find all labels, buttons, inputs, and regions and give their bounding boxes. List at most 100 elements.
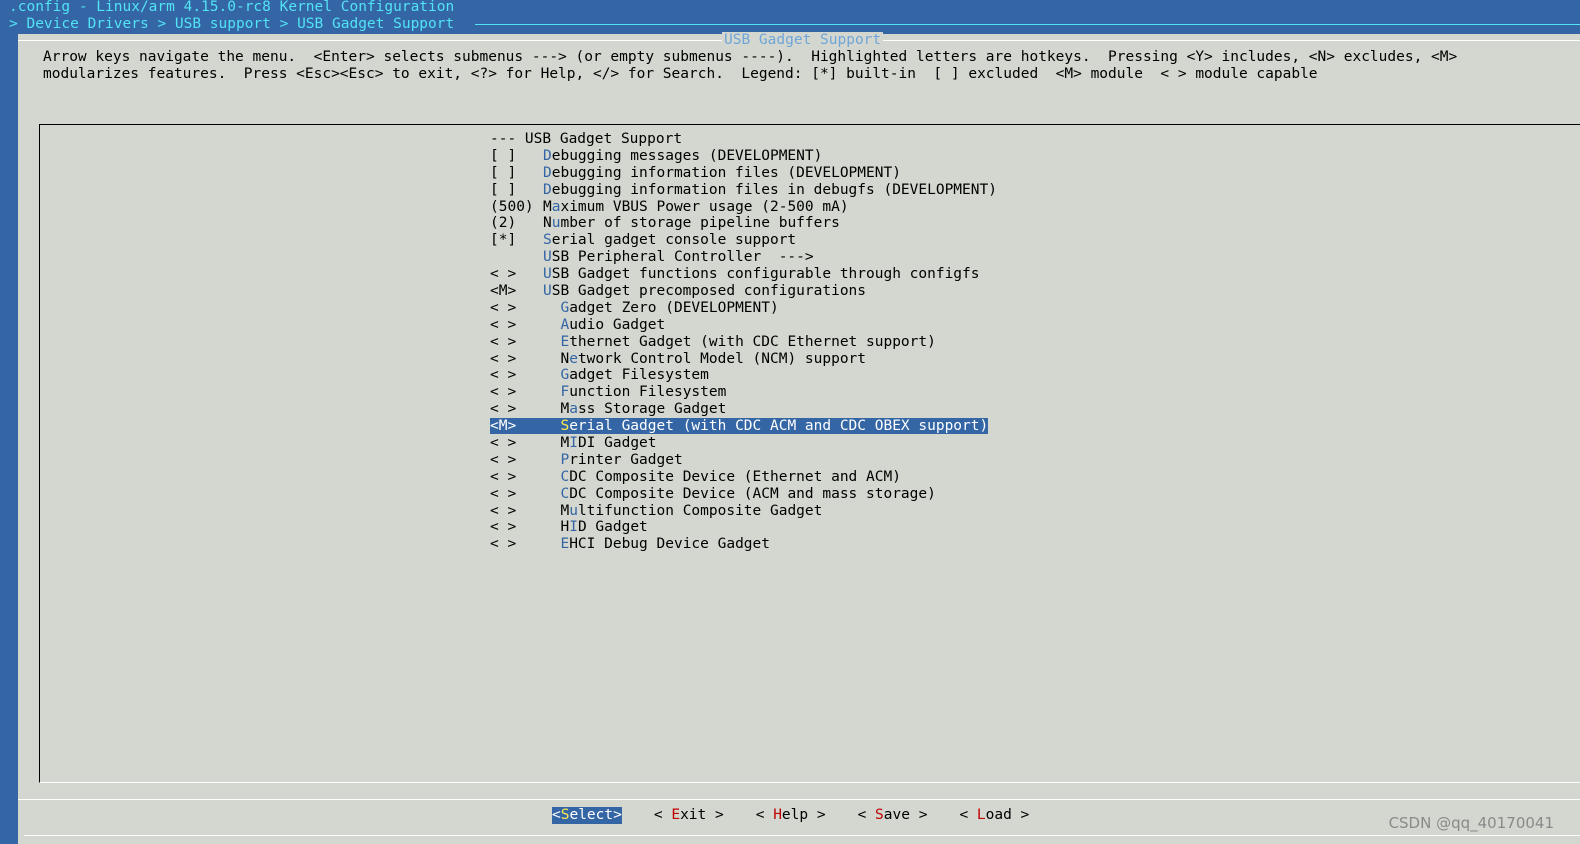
menu-item-label: USB Gadget functions configurable throug… (543, 266, 980, 283)
menu-item[interactable]: < > EHCI Debug Device Gadget (490, 536, 997, 553)
menu-item-hotkey: S (560, 418, 570, 435)
menu-item-label: Multifunction Composite Gadget (543, 502, 823, 519)
menu-item-label: HID Gadget (543, 519, 648, 536)
menu-item-state[interactable]: < > (490, 435, 543, 452)
menu-item[interactable]: < > Printer Gadget (490, 452, 997, 469)
menu-item[interactable]: USB Peripheral Controller ---> (490, 249, 997, 266)
menu-item-state[interactable]: <M> (490, 418, 543, 435)
menu-item[interactable]: < > Function Filesystem (490, 384, 997, 401)
menu-item-hotkey: u (551, 215, 561, 232)
button-hotkey: E (671, 807, 681, 823)
menu-item-label: Printer Gadget (560, 451, 683, 468)
menu-item-hotkey: u (569, 502, 578, 519)
menu-item-label: Maximum VBUS Power usage (2-500 mA) (543, 198, 849, 215)
menuconfig-dialog: USB Gadget Support Arrow keys navigate t… (18, 32, 1580, 844)
menu-item-hotkey: F (560, 384, 570, 401)
menu-item[interactable]: (2) Number of storage pipeline buffers (490, 215, 997, 232)
menu-item-state[interactable]: < > (490, 486, 543, 503)
menu-item-state[interactable]: < > (490, 503, 543, 520)
menu-item-hotkey: D (543, 147, 552, 164)
menu-item[interactable]: < > Gadget Filesystem (490, 367, 997, 384)
menu-item-label: Number of storage pipeline buffers (543, 215, 840, 232)
menu-item-hotkey: e (569, 350, 578, 367)
dialog-title: USB Gadget Support (722, 32, 884, 49)
menu-item-hotkey: S (543, 232, 552, 249)
menu-item-label: Gadget Zero (DEVELOPMENT) (560, 299, 779, 316)
help-button[interactable]: < Help > (756, 807, 826, 824)
menu-item-label: Audio Gadget (560, 316, 666, 333)
menu-item-hotkey: E (560, 333, 570, 350)
window-title: .config - Linux/arm 4.15.0-rc8 Kernel Co… (9, 0, 455, 15)
menu-item[interactable]: [ ] Debugging messages (DEVELOPMENT) (490, 148, 997, 165)
menu-item-hotkey: C (560, 468, 570, 485)
breadcrumb: > Device Drivers > USB support > USB Gad… (9, 16, 455, 32)
menu-item[interactable]: < > Multifunction Composite Gadget (490, 503, 997, 520)
menu-item-state[interactable]: [ ] (490, 148, 543, 165)
menu-item[interactable]: < > HID Gadget (490, 519, 997, 536)
bottom-separator (18, 799, 1580, 800)
menu-item[interactable]: (500) Maximum VBUS Power usage (2-500 mA) (490, 199, 997, 216)
menu-list: --- USB Gadget Support [ ] Debugging mess… (490, 131, 997, 553)
menu-item-label: Ethernet Gadget (with CDC Ethernet suppo… (560, 333, 936, 350)
load-button[interactable]: < Load > (959, 807, 1029, 824)
menu-item-state[interactable]: < > (490, 401, 543, 418)
menu-item-state[interactable]: <M> (490, 283, 543, 300)
menu-item-hotkey: U (543, 249, 552, 266)
help-text-line-1: Arrow keys navigate the menu. <Enter> se… (43, 49, 1458, 65)
exit-button[interactable]: < Exit > (654, 807, 724, 824)
menu-item-label: Gadget Filesystem (560, 367, 709, 384)
menu-item-hotkey: E (560, 536, 570, 553)
menu-item-label: Mass Storage Gadget (543, 401, 727, 418)
menu-item[interactable]: < > CDC Composite Device (Ethernet and A… (490, 469, 997, 486)
menu-item-hotkey: a (569, 401, 578, 418)
select-button[interactable]: <Select> (552, 807, 622, 824)
menu-item[interactable]: <M> Serial Gadget (with CDC ACM and CDC … (490, 418, 997, 435)
menu-item-hotkey: D (543, 181, 552, 198)
menu-item-state[interactable]: < > (490, 351, 543, 368)
menu-item-label: Serial gadget console support (543, 232, 797, 249)
menu-item-state[interactable]: < > (490, 367, 543, 384)
menu-item-hotkey: G (560, 367, 570, 384)
menu-item-state[interactable]: < > (490, 317, 543, 334)
button-hotkey: S (560, 807, 570, 823)
menu-item-hotkey: U (543, 266, 552, 283)
menu-item-state[interactable]: (500) (490, 199, 543, 216)
menu-item-state[interactable]: < > (490, 536, 543, 553)
menu-item-state[interactable]: < > (490, 519, 543, 536)
menu-item-hotkey: A (560, 316, 570, 333)
menu-item-hotkey: I (569, 519, 578, 536)
menu-item-hotkey: a (551, 198, 561, 215)
menu-item[interactable]: < > Ethernet Gadget (with CDC Ethernet s… (490, 334, 997, 351)
menu-item-label: Debugging messages (DEVELOPMENT) (543, 147, 823, 164)
menu-item-hotkey: C (560, 485, 570, 502)
menu-item-state[interactable]: < > (490, 384, 543, 401)
menu-item-state[interactable]: [*] (490, 232, 543, 249)
menu-item-state[interactable]: < > (490, 452, 543, 469)
menu-item[interactable]: < > Network Control Model (NCM) support (490, 351, 997, 368)
menu-item-hotkey: I (569, 435, 578, 452)
menu-item[interactable]: [*] Serial gadget console support (490, 232, 997, 249)
menu-item[interactable]: < > Audio Gadget (490, 317, 997, 334)
menu-header: --- USB Gadget Support (490, 131, 683, 147)
menu-item[interactable]: < > MIDI Gadget (490, 435, 997, 452)
menu-item-state[interactable]: < > (490, 266, 543, 283)
menu-item[interactable]: <M> USB Gadget precomposed configurations (490, 283, 997, 300)
menu-item[interactable]: < > CDC Composite Device (ACM and mass s… (490, 486, 997, 503)
menu-item[interactable]: [ ] Debugging information files in debugf… (490, 182, 997, 199)
menu-item-state[interactable]: [ ] (490, 182, 543, 199)
menu-item-label: USB Peripheral Controller ---> (543, 249, 814, 266)
menu-item-state[interactable]: < > (490, 300, 543, 317)
menu-item-state[interactable]: (2) (490, 215, 543, 232)
menu-item-state[interactable]: < > (490, 469, 543, 486)
menu-item[interactable]: < > Mass Storage Gadget (490, 401, 997, 418)
menu-item-state[interactable]: < > (490, 334, 543, 351)
save-button[interactable]: < Save > (858, 807, 928, 824)
menu-item-label: MIDI Gadget (543, 435, 657, 452)
button-bar: <Select> < Exit > < Help > < Save > < Load > (552, 807, 1061, 824)
menu-item[interactable]: [ ] Debugging information files (DEVELOPM… (490, 165, 997, 182)
menu-item-state[interactable]: [ ] (490, 165, 543, 182)
button-hotkey: H (773, 807, 782, 823)
menu-item[interactable]: < > Gadget Zero (DEVELOPMENT) (490, 300, 997, 317)
menu-item[interactable]: < > USB Gadget functions configurable thr… (490, 266, 997, 283)
menu-item-hotkey: D (543, 164, 552, 181)
